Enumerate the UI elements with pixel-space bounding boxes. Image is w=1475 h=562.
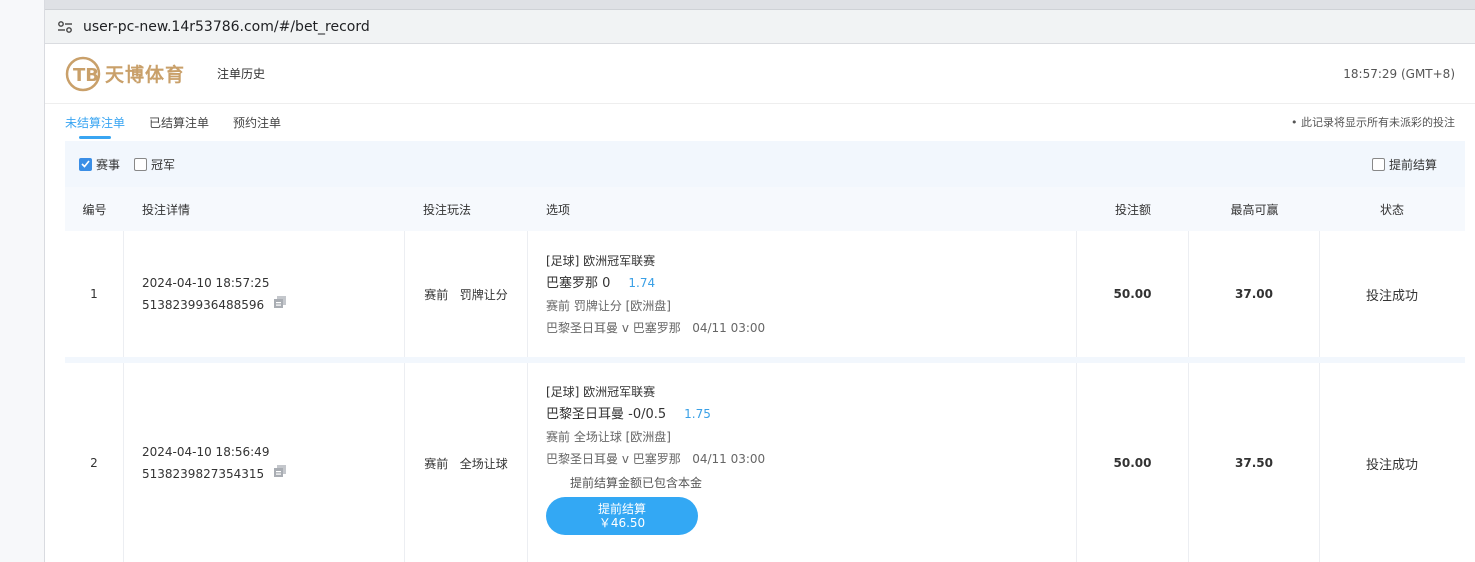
early-settle-note: 提前结算金额已包含本金 bbox=[570, 476, 703, 490]
bet-odds: 1.74 bbox=[628, 275, 656, 290]
tab-strip-edge bbox=[45, 0, 1475, 10]
bet-play-stage: 赛前 bbox=[424, 456, 449, 471]
app-header: TB 天博体育 注单历史 18:57:29 (GMT+8) bbox=[45, 44, 1475, 104]
bet-no: 2 bbox=[65, 363, 124, 562]
bet-match-teams: 巴黎圣日耳曼 v 巴塞罗那 bbox=[546, 452, 681, 466]
tab-unsettled[interactable]: 未结算注单 bbox=[65, 114, 125, 141]
bet-status: 投注成功 bbox=[1365, 457, 1418, 473]
bet-market: 赛前 全场让球 [欧洲盘] bbox=[546, 430, 671, 444]
bet-tabs: 未结算注单 已结算注单 预约注单 • 此记录将显示所有未派彩的投注 bbox=[45, 104, 1475, 141]
tab-note: • 此记录将显示所有未派彩的投注 bbox=[1291, 116, 1455, 129]
bet-table: 编号 投注详情 投注玩法 选项 投注额 最高可赢 状态 1 2024-04-10… bbox=[65, 187, 1465, 562]
bet-match: 巴黎圣日耳曼 v 巴塞罗那 04/11 03:00 bbox=[546, 448, 1076, 470]
bet-selection: [足球] 欧洲冠军联赛 巴塞罗那 0 1.74 赛前 罚牌让分 [欧洲盘] 巴黎圣… bbox=[528, 231, 1077, 357]
bet-play: 赛前 全场让球 bbox=[405, 363, 528, 562]
bet-datetime: 2024-04-10 18:57:25 bbox=[142, 275, 270, 290]
filter-event-label: 赛事 bbox=[96, 157, 121, 172]
brand-logo[interactable]: TB 天博体育 bbox=[65, 56, 185, 92]
copy-icon[interactable] bbox=[273, 294, 287, 316]
svg-text:TB: TB bbox=[73, 65, 99, 86]
bet-selection: [足球] 欧洲冠军联赛 巴黎圣日耳曼 -0/0.5 1.75 赛前 全场让球 [欧… bbox=[528, 363, 1077, 562]
bet-selection-text: 巴塞罗那 0 bbox=[546, 275, 611, 291]
col-status: 状态 bbox=[1379, 202, 1404, 217]
table-row: 1 2024-04-10 18:57:25 5138239936488596 赛… bbox=[65, 231, 1465, 357]
filter-early-settle-label: 提前结算 bbox=[1388, 157, 1437, 172]
brand-logo-icon: TB bbox=[65, 56, 101, 91]
brand-logo-text: 天博体育 bbox=[105, 64, 186, 86]
bet-league: [足球] 欧洲冠军联赛 bbox=[546, 253, 656, 268]
bet-order: 5138239936488596 bbox=[142, 294, 404, 317]
bet-detail: 2024-04-10 18:56:49 5138239827354315 bbox=[124, 363, 405, 562]
table-row: 2 2024-04-10 18:56:49 5138239827354315 赛… bbox=[65, 363, 1465, 562]
col-play: 投注玩法 bbox=[423, 202, 472, 217]
early-settle-amount: ￥46.50 bbox=[598, 516, 646, 530]
bet-odds: 1.75 bbox=[684, 407, 711, 421]
address-bar[interactable]: user-pc-new.14r53786.com/#/bet_record bbox=[45, 10, 1475, 44]
bet-play-stage: 赛前 bbox=[424, 287, 449, 302]
bet-max-win: 37.50 bbox=[1189, 363, 1320, 562]
checkbox-checked-icon bbox=[79, 157, 92, 171]
bet-stake: 50.00 bbox=[1077, 231, 1189, 357]
col-no: 编号 bbox=[82, 202, 107, 217]
browser-window: user-pc-new.14r53786.com/#/bet_record TB… bbox=[45, 0, 1475, 562]
tab-settled[interactable]: 已结算注单 bbox=[149, 114, 209, 141]
col-max-win: 最高可赢 bbox=[1230, 202, 1279, 217]
col-selection: 选项 bbox=[546, 202, 571, 217]
bet-selection-text: 巴黎圣日耳曼 -0/0.5 bbox=[546, 407, 667, 422]
bet-no: 1 bbox=[65, 231, 124, 357]
bet-play-type: 全场让球 bbox=[459, 456, 508, 471]
copy-icon[interactable] bbox=[273, 463, 287, 485]
bet-play-type: 罚牌让分 bbox=[459, 287, 508, 302]
bet-league: [足球] 欧洲冠军联赛 bbox=[546, 385, 656, 399]
bet-play: 赛前 罚牌让分 bbox=[405, 231, 528, 357]
checkbox-unchecked-icon bbox=[1371, 157, 1385, 171]
bet-stake: 50.00 bbox=[1077, 363, 1189, 562]
filter-event-checkbox[interactable]: 赛事 bbox=[79, 156, 120, 173]
early-settle-label: 提前结算 bbox=[597, 502, 646, 516]
bet-detail: 2024-04-10 18:57:25 5138239936488596 bbox=[124, 231, 405, 357]
site-settings-icon[interactable] bbox=[55, 17, 75, 37]
bet-match: 巴黎圣日耳曼 v 巴塞罗那 04/11 03:00 bbox=[546, 317, 1076, 339]
server-clock: 18:57:29 (GMT+8) bbox=[1343, 66, 1455, 81]
filter-champion-checkbox[interactable]: 冠军 bbox=[134, 156, 175, 173]
bet-datetime: 2024-04-10 18:56:49 bbox=[142, 444, 270, 459]
checkbox-unchecked-icon bbox=[134, 157, 148, 171]
page-title: 注单历史 bbox=[217, 67, 266, 81]
bet-order-id: 5138239827354315 bbox=[142, 466, 265, 481]
bet-match-teams: 巴黎圣日耳曼 v 巴塞罗那 bbox=[546, 320, 681, 335]
bet-match-time: 04/11 03:00 bbox=[692, 320, 766, 335]
bet-status: 投注成功 bbox=[1365, 288, 1418, 304]
bet-pick: 巴黎圣日耳曼 -0/0.5 1.75 bbox=[546, 403, 1076, 426]
bet-market: 赛前 罚牌让分 [欧洲盘] bbox=[546, 298, 671, 313]
table-header: 编号 投注详情 投注玩法 选项 投注额 最高可赢 状态 bbox=[65, 187, 1465, 231]
filter-early-settle-checkbox[interactable]: 提前结算 bbox=[1371, 156, 1437, 173]
col-detail: 投注详情 bbox=[142, 202, 191, 217]
bet-max-win: 37.00 bbox=[1189, 231, 1320, 357]
filter-champion-label: 冠军 bbox=[151, 157, 176, 172]
col-stake: 投注额 bbox=[1114, 202, 1151, 217]
early-settle-button[interactable]: 提前结算 ￥46.50 bbox=[546, 497, 698, 535]
bet-order-id: 5138239936488596 bbox=[142, 297, 265, 312]
filter-bar: 赛事 冠军 提前结算 bbox=[65, 141, 1465, 187]
left-window-edge bbox=[0, 0, 45, 562]
url-text[interactable]: user-pc-new.14r53786.com/#/bet_record bbox=[83, 19, 370, 35]
bet-pick: 巴塞罗那 0 1.74 bbox=[546, 272, 1076, 295]
bet-order: 5138239827354315 bbox=[142, 463, 404, 486]
tab-reserved[interactable]: 预约注单 bbox=[233, 114, 281, 141]
bet-match-time: 04/11 03:00 bbox=[692, 452, 766, 466]
